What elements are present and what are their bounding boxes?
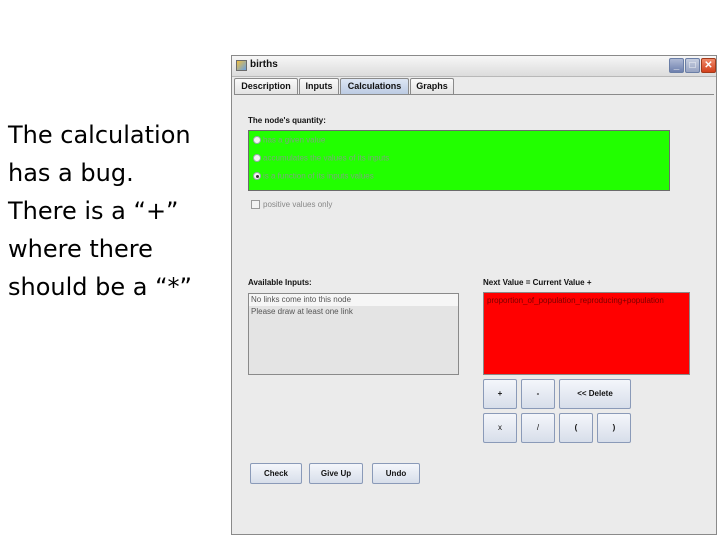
caption-line: has a bug. bbox=[8, 159, 134, 187]
radio-given-value[interactable]: has a given value bbox=[253, 135, 325, 147]
check-button[interactable]: Check bbox=[250, 463, 302, 484]
radio-button-selected-icon[interactable] bbox=[253, 171, 261, 180]
open-paren-button[interactable]: ( bbox=[559, 413, 593, 443]
checkbox-label: positive values only bbox=[263, 200, 333, 209]
undo-button[interactable]: Undo bbox=[372, 463, 420, 484]
radio-label: is a function of its inputs values bbox=[263, 171, 374, 181]
radio-label: accumulates the values of its inputs bbox=[263, 153, 390, 163]
quantity-label: The node's quantity: bbox=[248, 116, 326, 125]
give-up-button[interactable]: Give Up bbox=[309, 463, 363, 484]
equation-field[interactable]: proportion_of_population_reproducing+pop… bbox=[483, 292, 690, 375]
caption-line: There is a “+” bbox=[8, 197, 179, 225]
minus-button[interactable]: - bbox=[521, 379, 555, 409]
available-inputs-label: Available Inputs: bbox=[248, 278, 312, 287]
plus-button[interactable]: + bbox=[483, 379, 517, 409]
caption-line: where there bbox=[8, 235, 153, 263]
radio-label: has a given value bbox=[263, 135, 326, 145]
tab-graphs[interactable]: Graphs bbox=[410, 78, 454, 94]
tab-description[interactable]: Description bbox=[234, 78, 298, 94]
slide-caption: The calculation has a bug. There is a “+… bbox=[8, 116, 223, 306]
positive-values-checkbox[interactable]: positive values only bbox=[251, 200, 333, 210]
times-button[interactable]: x bbox=[483, 413, 517, 443]
list-item[interactable]: No links come into this node bbox=[249, 294, 458, 306]
node-editor-window: births _ □ ✕ Description Inputs Calculat… bbox=[231, 55, 717, 535]
checkbox-icon[interactable] bbox=[251, 200, 260, 210]
tab-divider bbox=[234, 94, 714, 95]
close-paren-button[interactable]: ) bbox=[597, 413, 631, 443]
radio-function[interactable]: is a function of its inputs values bbox=[253, 171, 374, 183]
delete-button[interactable]: << Delete bbox=[559, 379, 631, 409]
tab-inputs[interactable]: Inputs bbox=[299, 78, 339, 94]
caption-line: The calculation bbox=[8, 121, 191, 149]
list-item[interactable]: Please draw at least one link bbox=[249, 306, 458, 318]
tab-calculations[interactable]: Calculations bbox=[340, 78, 409, 94]
close-icon[interactable]: ✕ bbox=[701, 58, 716, 73]
maximize-icon[interactable]: □ bbox=[685, 58, 700, 73]
radio-button-icon[interactable] bbox=[253, 135, 261, 144]
radio-accumulates[interactable]: accumulates the values of its inputs bbox=[253, 153, 389, 165]
java-app-icon bbox=[236, 60, 247, 71]
window-title: births bbox=[250, 59, 278, 70]
radio-button-icon[interactable] bbox=[253, 153, 261, 162]
caption-line: should be a “*” bbox=[8, 273, 192, 301]
title-bar[interactable]: births _ □ ✕ bbox=[232, 56, 716, 77]
minimize-icon[interactable]: _ bbox=[669, 58, 684, 73]
quantity-options-panel: has a given value accumulates the values… bbox=[248, 130, 670, 191]
divide-button[interactable]: / bbox=[521, 413, 555, 443]
available-inputs-list[interactable]: No links come into this node Please draw… bbox=[248, 293, 459, 375]
equation-label: Next Value = Current Value + bbox=[483, 278, 592, 287]
